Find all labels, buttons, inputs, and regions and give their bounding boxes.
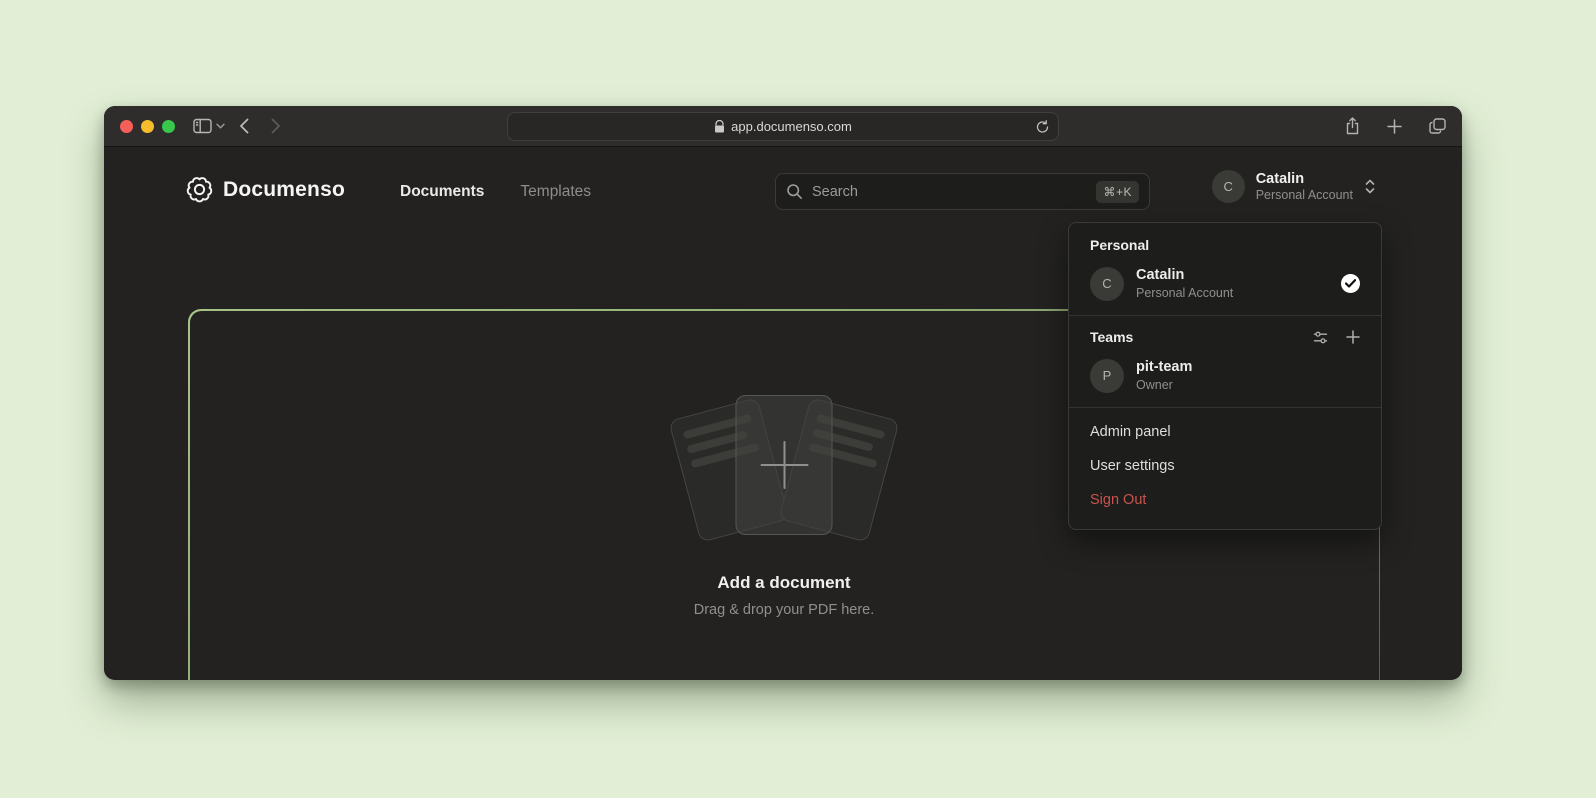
forward-button-icon[interactable] [271,118,281,134]
account-dropdown-menu: Personal C Catalin Personal Account Team… [1068,222,1382,530]
browser-toolbar: app.documenso.com [104,106,1462,147]
account-menu-button[interactable]: C Catalin Personal Account [1212,170,1376,204]
documenso-logo-icon [186,176,213,203]
window-controls [120,120,175,133]
dropzone-subtitle: Drag & drop your PDF here. [694,602,875,618]
teams-section-label: Teams [1090,329,1295,345]
tab-overview-icon[interactable] [1429,118,1446,134]
team-role: Owner [1136,377,1360,393]
nav-item-documents[interactable]: Documents [400,183,484,201]
card-front-center [736,395,833,535]
browser-nav-controls [193,118,281,134]
documenso-app: Documenso Documents Templates ⌘+K C Cata… [104,147,1462,679]
team-name: pit-team [1136,358,1360,377]
lock-icon [714,120,725,133]
logo-wordmark: Documenso [223,178,345,202]
back-button-icon[interactable] [239,118,249,134]
team-item[interactable]: P pit-team Owner [1069,351,1381,407]
plus-icon [760,441,808,489]
search-input[interactable] [812,184,1087,200]
reload-icon[interactable] [1036,120,1049,134]
menu-item-sign-out[interactable]: Sign Out [1069,483,1381,517]
selected-check-icon [1341,274,1360,293]
personal-account-type: Personal Account [1136,285,1329,301]
sidebar-chevron-down-icon[interactable] [216,123,225,129]
close-window-button[interactable] [120,120,133,133]
menu-item-admin-panel[interactable]: Admin panel [1069,415,1381,449]
menu-item-user-settings[interactable]: User settings [1069,449,1381,483]
account-name: Catalin [1256,170,1353,188]
account-type: Personal Account [1256,188,1353,204]
menu-actions: Admin panel User settings Sign Out [1069,408,1381,523]
add-team-icon[interactable] [1346,330,1360,344]
chevrons-up-down-icon [1364,178,1376,195]
nav-item-templates[interactable]: Templates [520,183,591,201]
browser-window: app.documenso.com [104,106,1462,680]
search-shortcut-badge: ⌘+K [1096,181,1139,203]
search-icon [786,183,803,200]
zoom-window-button[interactable] [162,120,175,133]
share-icon[interactable] [1345,117,1360,135]
sidebar-toggle-icon[interactable] [193,118,212,134]
avatar: C [1212,170,1245,203]
personal-account-name: Catalin [1136,266,1329,285]
new-tab-icon[interactable] [1387,119,1402,134]
avatar: C [1090,267,1124,301]
manage-teams-icon[interactable] [1313,330,1328,345]
dropzone-title: Add a document [717,573,850,593]
minimize-window-button[interactable] [141,120,154,133]
search-bar[interactable]: ⌘+K [775,173,1150,210]
document-cards-illustration [669,395,899,543]
personal-section-label: Personal [1069,223,1381,259]
teams-section-header: Teams [1069,316,1381,351]
address-bar-url: app.documenso.com [731,119,852,134]
address-bar[interactable]: app.documenso.com [507,112,1059,141]
documenso-logo[interactable]: Documenso [186,176,345,203]
avatar: P [1090,359,1124,393]
main-nav: Documents Templates [400,183,591,201]
personal-account-item[interactable]: C Catalin Personal Account [1069,259,1381,315]
browser-right-controls [1345,117,1446,135]
